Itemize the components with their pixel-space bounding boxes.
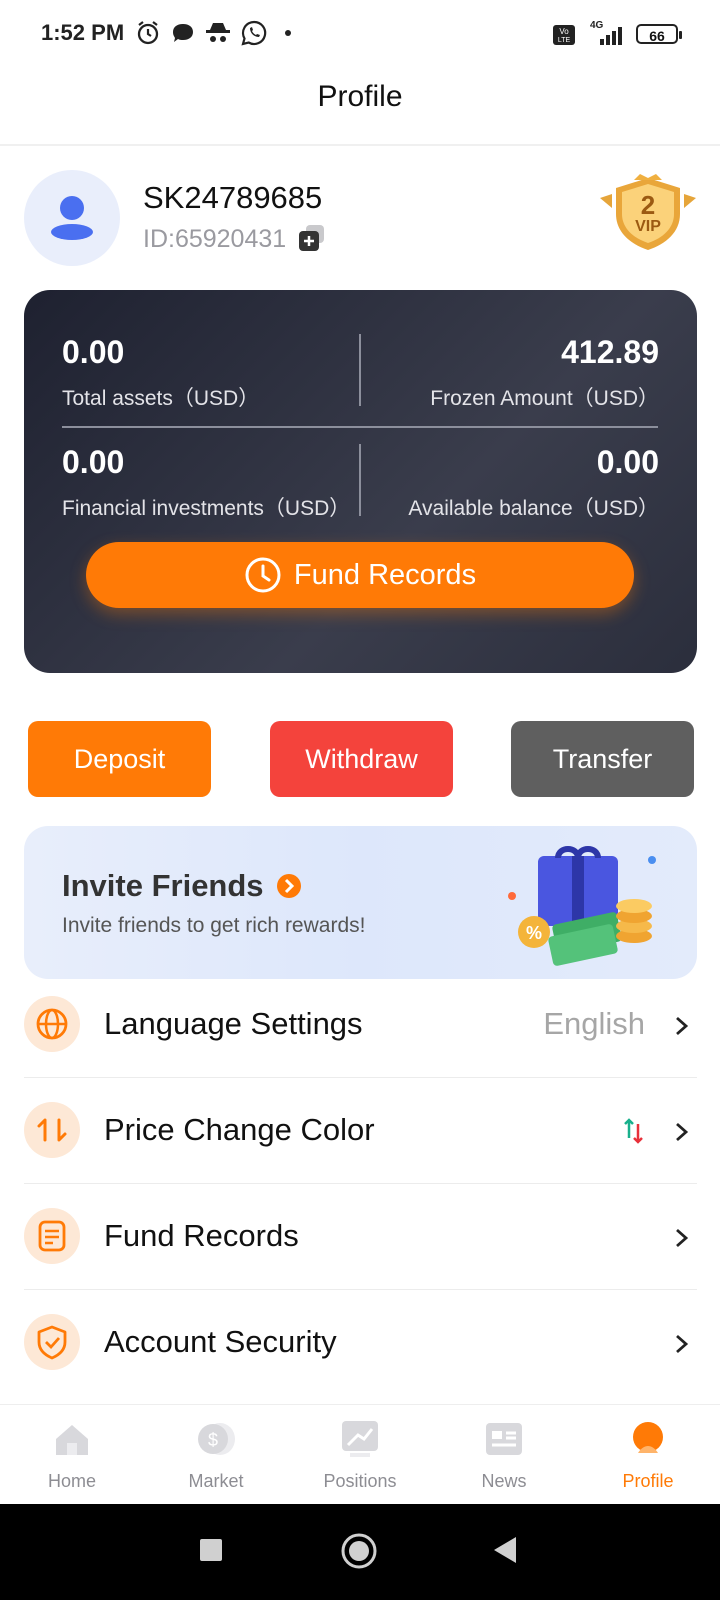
assets-card: 0.00 Total assets（USD） 412.89 Frozen Amo… xyxy=(24,290,697,673)
tab-news[interactable]: News xyxy=(432,1405,576,1505)
back-triangle-icon[interactable] xyxy=(492,1535,518,1565)
language-settings-label: Language Settings xyxy=(104,1006,363,1041)
deposit-button[interactable]: Deposit xyxy=(28,721,211,797)
fund-records-button-label: Fund Records xyxy=(293,558,477,591)
frozen-amount-value: 412.89 xyxy=(561,334,659,370)
gift-rewards-icon: % xyxy=(508,846,656,966)
profile-icon xyxy=(633,1422,663,1453)
swap-icon xyxy=(37,1118,67,1142)
chevron-right-icon xyxy=(676,1334,689,1354)
fund-records-label: Fund Records xyxy=(104,1218,299,1253)
tab-positions[interactable]: Positions xyxy=(288,1405,432,1505)
shield-check-icon-wrapper xyxy=(24,1314,80,1370)
chat-icon xyxy=(173,24,193,42)
signal-icon xyxy=(600,27,622,45)
clock-icon xyxy=(245,557,281,593)
user-id: ID:65920431 xyxy=(143,225,287,253)
home-icon xyxy=(56,1425,88,1455)
username: SK24789685 xyxy=(143,180,323,215)
invite-title: Invite Friends xyxy=(62,868,302,904)
financial-investments-value: 0.00 xyxy=(62,444,125,480)
total-assets-value: 0.00 xyxy=(62,334,125,370)
recents-square-icon[interactable] xyxy=(198,1537,224,1563)
svg-text:Vo: Vo xyxy=(559,27,569,36)
available-balance-label: Available balance（USD） xyxy=(408,497,659,520)
language-value: English xyxy=(543,1006,645,1041)
battery-indicator: 66 xyxy=(636,24,682,44)
user-icon xyxy=(51,196,93,240)
alarm-icon xyxy=(137,21,159,45)
invite-subtitle: Invite friends to get rich rewards! xyxy=(62,914,366,937)
fund-records-button[interactable]: Fund Records xyxy=(86,542,634,608)
tab-profile-label: Profile xyxy=(622,1471,674,1491)
assets-divider-vertical-top xyxy=(359,334,361,406)
tab-market-label: Market xyxy=(188,1471,244,1491)
arrow-right-circle-icon xyxy=(277,874,302,898)
account-security-label: Account Security xyxy=(104,1324,337,1359)
svg-text:LTE: LTE xyxy=(558,37,571,44)
svg-text:%: % xyxy=(526,923,542,943)
financial-investments-label: Financial investments（USD） xyxy=(62,497,351,520)
price-color-indicator-icon xyxy=(624,1118,643,1144)
tab-positions-label: Positions xyxy=(323,1471,397,1491)
globe-icon-wrapper xyxy=(24,996,80,1052)
coin-icon: $ xyxy=(198,1423,235,1455)
system-nav-bar xyxy=(0,1504,720,1600)
transfer-button[interactable]: Transfer xyxy=(511,721,694,797)
tab-home[interactable]: Home xyxy=(0,1405,144,1505)
available-balance-value: 0.00 xyxy=(596,444,659,480)
assets-divider-vertical-bottom xyxy=(359,444,361,516)
document-icon xyxy=(38,1220,66,1252)
page-title: Profile xyxy=(317,80,403,113)
vip-level: 2 xyxy=(640,190,656,220)
assets-divider-horizontal xyxy=(62,426,658,428)
frozen-amount-label: Frozen Amount（USD） xyxy=(430,387,659,410)
dot-icon xyxy=(285,30,291,36)
document-icon-wrapper xyxy=(24,1208,80,1264)
settings-row-language[interactable]: Language Settings English xyxy=(24,972,697,1078)
volte-icon: VoLTE xyxy=(553,25,575,45)
news-icon xyxy=(486,1423,522,1455)
settings-row-price-color[interactable]: Price Change Color xyxy=(24,1078,697,1184)
chevron-right-icon xyxy=(676,1016,689,1036)
settings-row-fund-records[interactable]: Fund Records xyxy=(24,1184,697,1290)
tab-bar: Home $ Market Positions News Profile xyxy=(0,1404,720,1505)
chevron-right-icon xyxy=(676,1228,689,1248)
vip-label: VIP xyxy=(635,218,661,235)
shield-check-icon xyxy=(37,1325,67,1360)
tab-news-label: News xyxy=(481,1471,527,1491)
invite-friends-banner[interactable]: Invite Friends Invite friends to get ric… xyxy=(24,826,697,979)
swap-icon-wrapper xyxy=(24,1102,80,1158)
status-time: 1:52 PM xyxy=(41,20,125,45)
tab-profile[interactable]: Profile xyxy=(576,1405,720,1505)
copy-icon[interactable] xyxy=(297,223,327,253)
price-change-color-label: Price Change Color xyxy=(104,1112,375,1147)
header-divider xyxy=(0,144,720,146)
svg-text:$: $ xyxy=(208,1430,218,1450)
whatsapp-icon xyxy=(241,20,267,46)
chart-icon xyxy=(342,1421,378,1457)
avatar[interactable] xyxy=(24,170,120,266)
settings-row-account-security[interactable]: Account Security xyxy=(24,1290,697,1396)
globe-icon xyxy=(36,1008,68,1040)
tab-market[interactable]: $ Market xyxy=(144,1405,288,1505)
home-circle-icon[interactable] xyxy=(340,1532,378,1570)
tab-home-label: Home xyxy=(47,1471,96,1491)
chevron-right-icon xyxy=(676,1122,689,1142)
vip-badge: 2 VIP xyxy=(598,172,698,256)
invite-title-text: Invite Friends xyxy=(62,868,264,903)
total-assets-label: Total assets（USD） xyxy=(62,387,260,410)
spy-icon xyxy=(206,23,230,42)
withdraw-button[interactable]: Withdraw xyxy=(270,721,453,797)
status-bar: 1:52 PM Vo LTE 4G 66 xyxy=(0,0,720,66)
